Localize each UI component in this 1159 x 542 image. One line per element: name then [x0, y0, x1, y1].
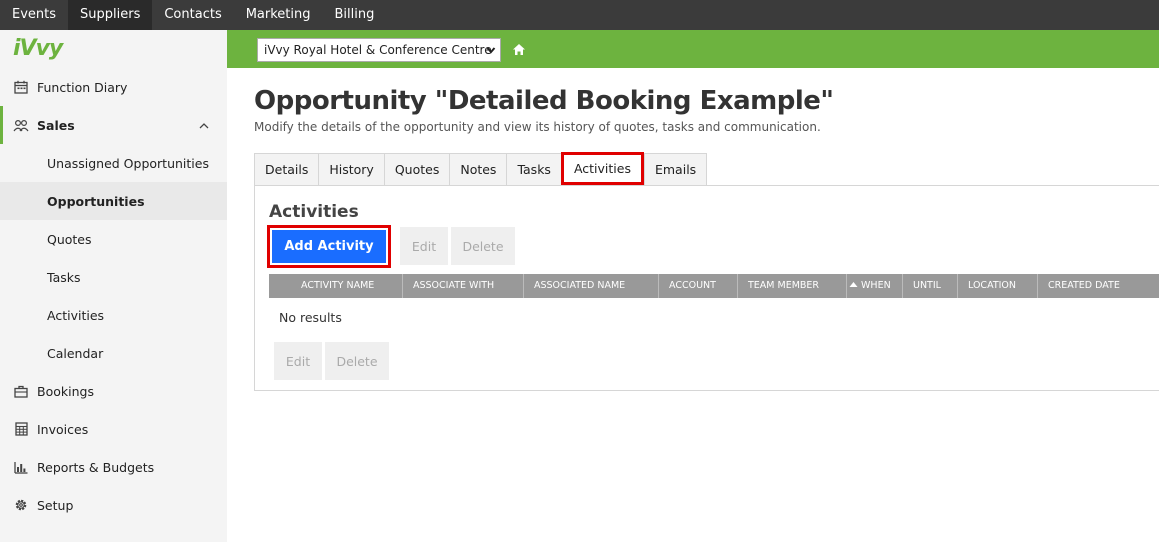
delete-button-bottom[interactable]: Delete — [325, 342, 389, 380]
page-subtitle: Modify the details of the opportunity an… — [254, 120, 821, 134]
table-header: ACTIVITY NAME ASSOCIATE WITH ASSOCIATED … — [269, 274, 1159, 298]
sidebar-item-invoices[interactable]: Invoices — [0, 410, 227, 448]
calendar-icon — [13, 79, 29, 95]
add-activity-label: Add Activity — [272, 230, 386, 263]
edit-button-bottom[interactable]: Edit — [274, 342, 322, 380]
column-team-member[interactable]: TEAM MEMBER — [738, 274, 847, 298]
column-account[interactable]: ACCOUNT — [659, 274, 738, 298]
sidebar-item-quotes[interactable]: Quotes — [0, 220, 227, 258]
column-when-label: WHEN — [861, 280, 891, 291]
chevron-down-icon — [486, 39, 496, 68]
add-activity-button[interactable]: Add Activity — [267, 225, 391, 268]
chevron-up-icon[interactable] — [199, 118, 209, 133]
topnav-marketing[interactable]: Marketing — [234, 0, 323, 30]
page-title: Opportunity "Detailed Booking Example" — [254, 86, 834, 116]
delete-button-top[interactable]: Delete — [451, 227, 515, 265]
briefcase-icon — [13, 383, 29, 399]
top-navigation: Events Suppliers Contacts Marketing Bill… — [0, 0, 1159, 30]
venue-select-value: iVvy Royal Hotel & Conference Centre — [264, 43, 492, 57]
sidebar-item-label: Function Diary — [37, 79, 128, 95]
calculator-icon — [13, 421, 29, 437]
sidebar-item-activities[interactable]: Activities — [0, 296, 227, 334]
tab-tasks[interactable]: Tasks — [506, 153, 561, 186]
users-icon — [13, 117, 29, 133]
gear-icon — [13, 497, 29, 513]
column-activity-name[interactable]: ACTIVITY NAME — [269, 274, 403, 298]
venue-select[interactable]: iVvy Royal Hotel & Conference Centre — [257, 38, 501, 62]
column-created-date[interactable]: CREATED DATE — [1038, 274, 1159, 298]
sidebar-item-label: Bookings — [37, 383, 94, 399]
topnav-billing[interactable]: Billing — [323, 0, 387, 30]
sidebar-item-sales[interactable]: Sales — [0, 106, 227, 144]
sidebar-item-label: Reports & Budgets — [37, 459, 155, 475]
sidebar: iVvy Function Diary Sales Unassigned Opp… — [0, 30, 227, 542]
home-icon[interactable] — [512, 41, 526, 60]
tab-activities[interactable]: Activities — [560, 152, 644, 185]
sidebar-item-reports-budgets[interactable]: Reports & Budgets — [0, 448, 227, 486]
topnav-contacts[interactable]: Contacts — [152, 0, 233, 30]
sidebar-item-function-diary[interactable]: Function Diary — [0, 68, 227, 106]
sidebar-item-label: Setup — [37, 497, 74, 513]
tab-emails[interactable]: Emails — [643, 153, 708, 186]
column-associate-with[interactable]: ASSOCIATE WITH — [403, 274, 524, 298]
empty-state-text: No results — [279, 310, 342, 325]
column-associated-name[interactable]: ASSOCIATED NAME — [524, 274, 659, 298]
column-until[interactable]: UNTIL — [903, 274, 958, 298]
ivvy-logo[interactable]: iVvy — [13, 36, 63, 61]
panel-heading: Activities — [269, 202, 359, 222]
sidebar-item-label: Invoices — [37, 421, 89, 437]
venue-bar: iVvy Royal Hotel & Conference Centre — [227, 30, 1159, 68]
tab-details[interactable]: Details — [254, 153, 319, 186]
sidebar-item-calendar[interactable]: Calendar — [0, 334, 227, 372]
edit-button-top[interactable]: Edit — [400, 227, 448, 265]
activities-panel: Activities Add Activity Edit Delete ACTI… — [254, 185, 1159, 391]
tab-history[interactable]: History — [318, 153, 384, 186]
sidebar-item-bookings[interactable]: Bookings — [0, 372, 227, 410]
bar-chart-icon — [13, 459, 29, 475]
column-location[interactable]: LOCATION — [958, 274, 1038, 298]
topnav-events[interactable]: Events — [0, 0, 68, 30]
tab-quotes[interactable]: Quotes — [383, 153, 450, 186]
sidebar-item-tasks[interactable]: Tasks — [0, 258, 227, 296]
sidebar-item-opportunities[interactable]: Opportunities — [0, 182, 227, 220]
sidebar-item-setup[interactable]: Setup — [0, 486, 227, 524]
sidebar-item-label: Sales — [37, 117, 75, 133]
tab-bar: Details History Quotes Notes Tasks Activ… — [254, 152, 708, 186]
topnav-suppliers[interactable]: Suppliers — [68, 0, 153, 30]
sidebar-item-unassigned-opportunities[interactable]: Unassigned Opportunities — [0, 144, 227, 182]
tab-notes[interactable]: Notes — [449, 153, 507, 186]
sort-ascending-icon — [849, 280, 861, 291]
column-when[interactable]: WHEN — [847, 274, 903, 298]
